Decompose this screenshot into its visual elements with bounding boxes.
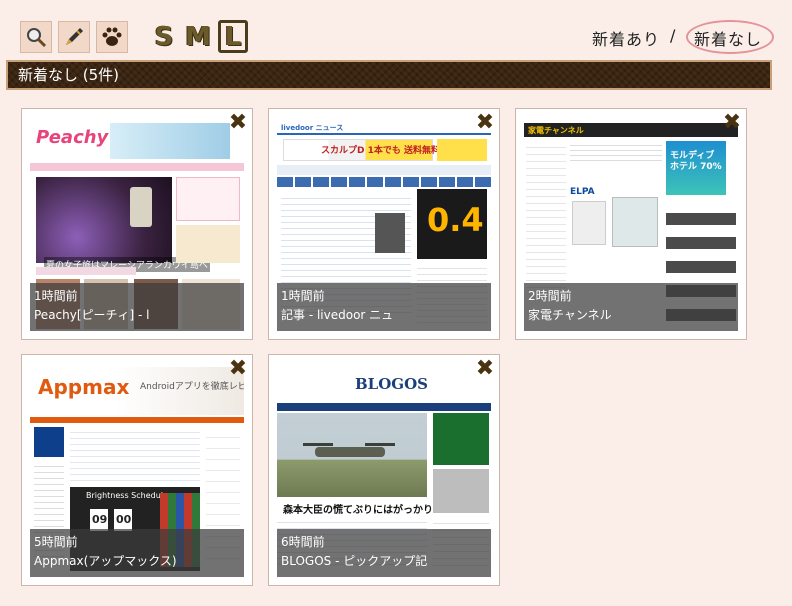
app-name: Brightness Scheduler (86, 491, 172, 500)
filter-none-link[interactable]: 新着なし (685, 20, 775, 54)
card-title[interactable]: 記事 - livedoor ニュ (281, 305, 487, 325)
site-headline: スカルプD 1本でも 送料無料 (321, 146, 441, 156)
pen-icon (66, 28, 83, 45)
pen-tool-button[interactable] (58, 21, 90, 53)
card-title[interactable]: Appmax(アップマックス) (34, 551, 240, 571)
site-logo: livedoor ニュース (281, 124, 344, 132)
card-caption: 2時間前 家電チャンネル (524, 283, 738, 331)
paw-tool-button[interactable] (96, 21, 128, 53)
search-tool-button[interactable] (20, 21, 52, 53)
filter-new-link[interactable]: 新着あり (592, 26, 660, 50)
card-caption: 6時間前 BLOGOS - ピックアップ記 (277, 529, 491, 577)
card-time: 2時間前 (528, 289, 572, 303)
close-icon[interactable]: ✖ (475, 112, 495, 134)
size-small-button[interactable]: S (150, 20, 178, 54)
close-icon[interactable]: ✖ (228, 358, 248, 380)
card-title[interactable]: 家電チャンネル (528, 305, 734, 325)
search-icon (27, 28, 47, 48)
thumbnail-card[interactable]: BLOGOS 森本大臣の慌てぶりにはがっかり ✖ 6時間前 BLOGOS - ピ… (268, 354, 500, 586)
app-hour: 09 (92, 513, 108, 526)
section-header: 新着なし (5件) (6, 60, 772, 90)
ad-badge: モルディブ ホテル 70% (670, 151, 722, 172)
card-time: 6時間前 (281, 535, 325, 549)
card-time: 1時間前 (281, 289, 325, 303)
thumbnail-card[interactable]: 家電チャンネル ELPA モルディブ ホテル 70% ✖ 2時間前 家電チャンネ… (515, 108, 747, 340)
site-logo: Peachy (36, 127, 109, 148)
close-icon[interactable]: ✖ (722, 112, 742, 134)
card-title[interactable]: BLOGOS - ピックアップ記 (281, 551, 487, 571)
card-caption: 1時間前 記事 - livedoor ニュ (277, 283, 491, 331)
site-logo: 家電チャンネル (528, 126, 584, 135)
card-time: 5時間前 (34, 535, 78, 549)
card-caption: 5時間前 Appmax(アップマックス) (30, 529, 244, 577)
thumbnail-card[interactable]: Appmax Androidアプリを徹底レビュー! Brightness Sch… (21, 354, 253, 586)
card-title[interactable]: Peachy[ピーチィ] - l (34, 305, 240, 325)
site-logo: BLOGOS (355, 375, 429, 393)
size-medium-button[interactable]: M (184, 20, 212, 54)
promo-value: 0.4 (427, 201, 484, 239)
filter-separator: / (670, 26, 676, 45)
toolbar: S M L 新着あり / 新着なし (0, 0, 792, 58)
size-large-button[interactable]: L (218, 20, 248, 53)
close-icon[interactable]: ✖ (475, 358, 495, 380)
site-headline: 森本大臣の慌てぶりにはがっかり (283, 505, 433, 516)
close-icon[interactable]: ✖ (228, 112, 248, 134)
thumbnail-card[interactable]: Peachy 夏の女子旅はマレーシアランカウイ島へ ✖ 1時間前 Peachy[… (21, 108, 253, 340)
card-time: 1時間前 (34, 289, 78, 303)
app-minute: 00 (116, 513, 132, 526)
card-caption: 1時間前 Peachy[ピーチィ] - l (30, 283, 244, 331)
site-logo: Appmax (38, 375, 130, 399)
brand-logo: ELPA (570, 187, 595, 197)
thumbnail-card[interactable]: livedoor ニュース スカルプD 1本でも 送料無料 0.4 ✖ 1時間前… (268, 108, 500, 340)
paw-icon (102, 27, 122, 46)
